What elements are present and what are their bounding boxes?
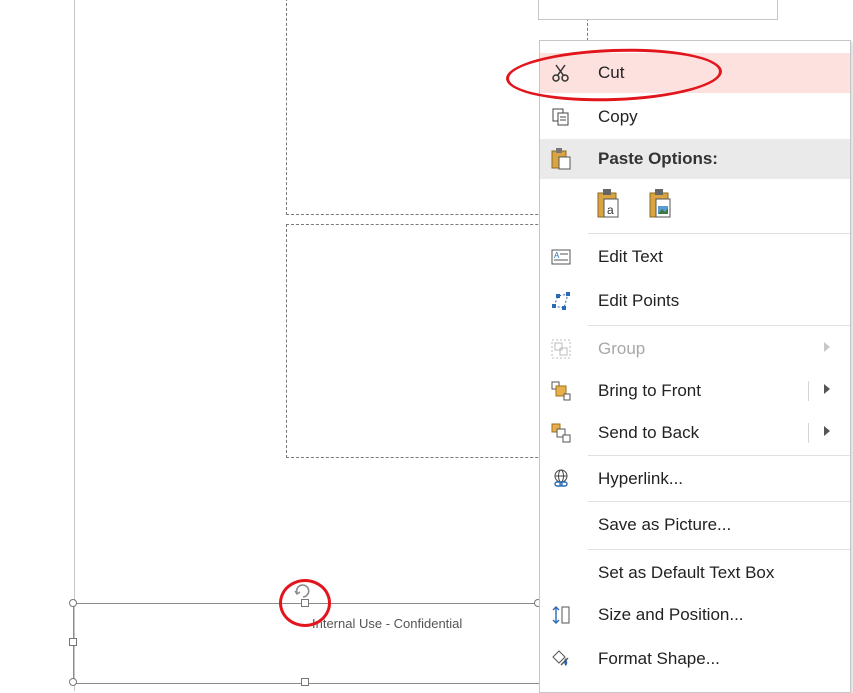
menu-separator bbox=[588, 549, 850, 550]
menu-item-copy[interactable]: Copy bbox=[540, 97, 850, 137]
clipboard-icon bbox=[550, 147, 572, 176]
menu-item-format-shape-label: Format Shape... bbox=[598, 649, 720, 668]
menu-item-set-default-text-box-label: Set as Default Text Box bbox=[598, 563, 775, 582]
edit-points-icon bbox=[550, 290, 572, 312]
bring-to-front-icon bbox=[550, 380, 572, 402]
menu-item-bring-to-front-label: Bring to Front bbox=[598, 381, 701, 400]
split-separator bbox=[808, 381, 809, 401]
svg-text:A: A bbox=[554, 251, 560, 260]
split-separator bbox=[808, 423, 809, 443]
menu-separator bbox=[588, 233, 850, 234]
menu-item-edit-points[interactable]: Edit Points bbox=[540, 281, 850, 321]
menu-separator bbox=[588, 501, 850, 502]
menu-item-copy-label: Copy bbox=[598, 107, 638, 126]
resize-handle-middle-left[interactable] bbox=[69, 638, 77, 646]
menu-item-edit-text[interactable]: A Edit Text bbox=[540, 237, 850, 277]
top-popup-fragment bbox=[538, 0, 778, 20]
resize-handle-top-left[interactable] bbox=[69, 599, 77, 607]
context-menu: Cut Copy Paste Options: a A Edit Text Ed… bbox=[539, 40, 851, 693]
svg-text:a: a bbox=[607, 203, 614, 217]
menu-item-save-as-picture[interactable]: Save as Picture... bbox=[540, 505, 850, 545]
paste-options-label: Paste Options: bbox=[598, 149, 718, 168]
paste-keep-text-only-button[interactable]: a bbox=[594, 187, 624, 221]
menu-item-size-and-position[interactable]: Size and Position... bbox=[540, 595, 850, 635]
submenu-arrow-icon[interactable] bbox=[824, 384, 830, 394]
menu-item-save-as-picture-label: Save as Picture... bbox=[598, 515, 732, 534]
edit-text-icon: A bbox=[550, 246, 572, 268]
paste-options-header: Paste Options: bbox=[540, 139, 850, 179]
format-shape-icon bbox=[550, 648, 572, 670]
submenu-arrow-icon bbox=[824, 342, 830, 352]
menu-item-hyperlink[interactable]: Hyperlink... bbox=[540, 459, 850, 499]
menu-item-edit-points-label: Edit Points bbox=[598, 291, 680, 310]
menu-item-edit-text-label: Edit Text bbox=[598, 247, 663, 266]
menu-item-format-shape[interactable]: Format Shape... bbox=[540, 639, 850, 679]
size-and-position-icon bbox=[550, 604, 572, 626]
menu-item-set-default-text-box[interactable]: Set as Default Text Box bbox=[540, 553, 850, 593]
menu-item-hyperlink-label: Hyperlink... bbox=[598, 469, 684, 488]
submenu-arrow-icon[interactable] bbox=[824, 426, 830, 436]
resize-handle-bottom-left[interactable] bbox=[69, 678, 77, 686]
copy-icon bbox=[550, 106, 572, 128]
menu-item-group-label: Group bbox=[598, 339, 646, 358]
resize-handle-bottom-center[interactable] bbox=[301, 678, 309, 686]
menu-item-bring-to-front[interactable]: Bring to Front bbox=[540, 371, 850, 411]
footer-text: Internal Use - Confidential bbox=[312, 616, 463, 631]
menu-item-send-to-back-label: Send to Back bbox=[598, 423, 700, 442]
menu-item-send-to-back[interactable]: Send to Back bbox=[540, 413, 850, 453]
menu-separator bbox=[588, 455, 850, 456]
group-icon bbox=[550, 338, 572, 360]
paste-as-picture-button[interactable] bbox=[646, 187, 676, 221]
menu-item-size-and-position-label: Size and Position... bbox=[598, 605, 744, 624]
menu-item-group[interactable]: Group bbox=[540, 329, 850, 369]
send-to-back-icon bbox=[550, 422, 572, 444]
annotation-circle-handle bbox=[279, 579, 331, 627]
hyperlink-icon bbox=[550, 468, 572, 490]
slide-left-edge bbox=[74, 0, 75, 691]
menu-separator bbox=[588, 325, 850, 326]
